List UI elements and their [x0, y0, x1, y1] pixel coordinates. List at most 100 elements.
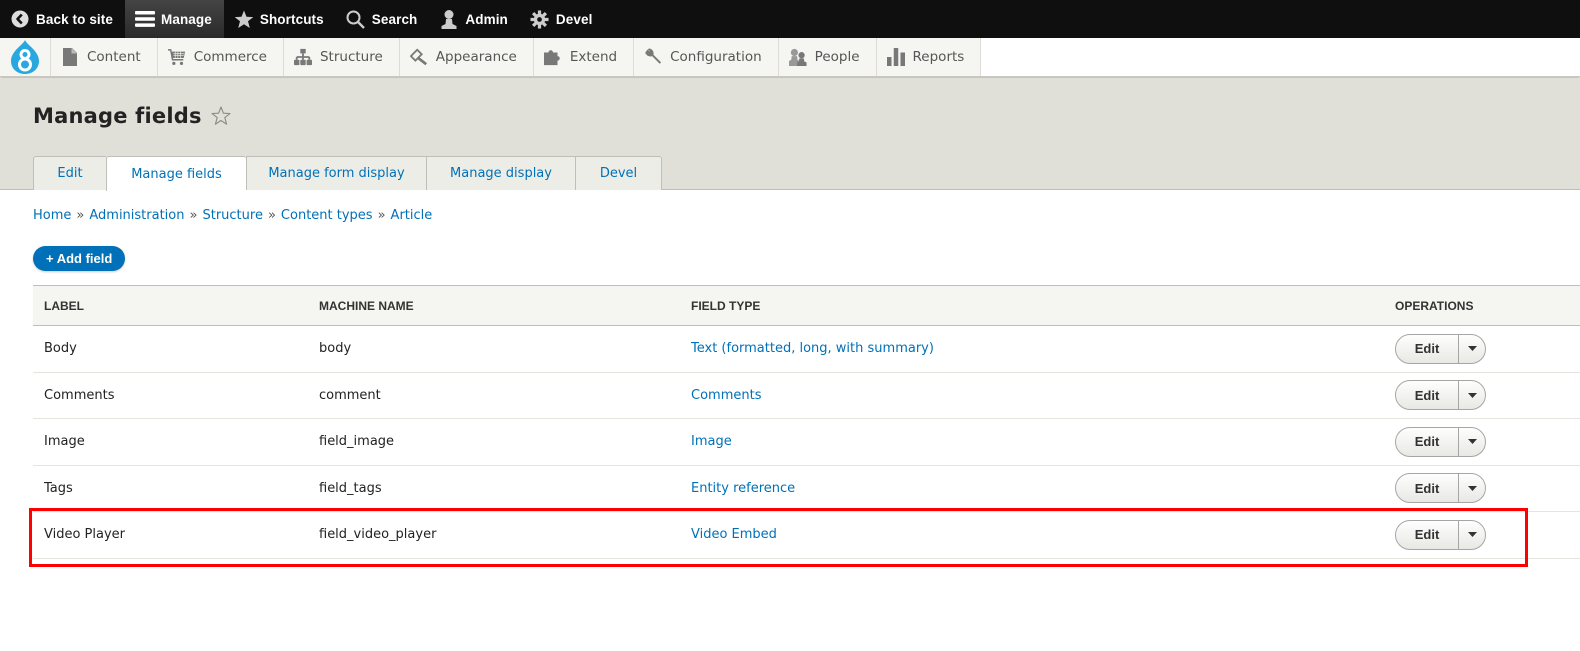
wrench-icon	[644, 48, 662, 66]
puzzle-icon	[543, 48, 562, 66]
hamburger-menu-icon	[134, 9, 155, 29]
breadcrumb-article[interactable]: Article	[391, 208, 433, 223]
column-header-label: Label	[44, 298, 84, 313]
tray-item-label: Content	[87, 49, 141, 65]
toolbar-label: Manage	[160, 11, 212, 27]
edit-button[interactable]: Edit	[1396, 474, 1459, 503]
tab-devel[interactable]: Devel	[575, 156, 662, 190]
tray-item-label: Commerce	[193, 49, 267, 65]
field-machine-name: body	[308, 325, 680, 373]
tray-item-label: Structure	[319, 49, 383, 65]
toolbar-manage[interactable]: Manage	[124, 0, 224, 38]
tray-item-appearance[interactable]: Appearance	[400, 38, 534, 76]
tray-item-reports[interactable]: Reports	[877, 38, 982, 76]
operations-toggle[interactable]	[1459, 381, 1485, 409]
field-label: Video Player	[33, 511, 308, 559]
edit-button[interactable]: Edit	[1396, 427, 1459, 456]
user-icon	[439, 9, 459, 29]
breadcrumb-content-types[interactable]: Content types	[281, 208, 373, 223]
table-row: Body body Text (formatted, long, with su…	[33, 325, 1580, 373]
field-machine-name: field_tags	[308, 465, 680, 512]
shopping-cart-icon	[167, 48, 186, 66]
admin-tray: Content Commerce Structure Appearance Ex…	[0, 38, 1580, 77]
page-title: Manage fields	[33, 104, 231, 128]
tray-item-extend[interactable]: Extend	[534, 38, 635, 76]
tray-item-label: People	[814, 49, 860, 65]
people-icon	[788, 48, 807, 66]
admin-toolbar: Back to site Manage Shortcuts Search Adm…	[0, 0, 1580, 38]
tray-item-label: Extend	[569, 49, 618, 65]
tab-edit[interactable]: Edit	[33, 156, 106, 190]
star-icon	[234, 9, 254, 29]
tab-manage-display[interactable]: Manage display	[426, 156, 575, 190]
toolbar-back-to-site[interactable]: Back to site	[0, 0, 125, 38]
operations-toggle[interactable]	[1459, 521, 1485, 549]
sitemap-icon	[293, 48, 312, 66]
paintbrush-icon	[409, 48, 428, 66]
edit-button[interactable]: Edit	[1396, 334, 1459, 363]
table-row: Tags field_tags Entity reference Edit	[33, 465, 1580, 512]
tray-item-people[interactable]: People	[779, 38, 877, 76]
toolbar-label: Admin	[465, 11, 508, 27]
toolbar-shortcuts[interactable]: Shortcuts	[224, 0, 336, 38]
column-header-operations: Operations	[1395, 298, 1474, 313]
toolbar-label: Devel	[555, 11, 593, 27]
breadcrumb-separator: »	[189, 208, 198, 223]
toolbar-devel[interactable]: Devel	[520, 0, 605, 38]
caret-down-icon	[1467, 346, 1477, 352]
breadcrumb-structure[interactable]: Structure	[202, 208, 262, 223]
field-type-link[interactable]: Comments	[691, 388, 761, 403]
field-type-link[interactable]: Image	[691, 434, 732, 449]
tray-item-configuration[interactable]: Configuration	[634, 38, 779, 76]
field-machine-name: field_image	[308, 418, 680, 466]
chevron-left-circle-icon	[10, 9, 30, 29]
add-shortcut-star-icon[interactable]	[211, 106, 231, 126]
table-row-highlighted: Video Player field_video_player Video Em…	[33, 511, 1580, 559]
field-label: Comments	[33, 372, 308, 419]
edit-button[interactable]: Edit	[1396, 520, 1459, 549]
file-icon	[61, 48, 79, 66]
tray-item-commerce[interactable]: Commerce	[158, 38, 284, 76]
breadcrumb-home[interactable]: Home	[33, 208, 71, 223]
field-type-link[interactable]: Entity reference	[691, 481, 795, 496]
tray-item-label: Configuration	[670, 49, 762, 65]
operations-dropbutton: Edit	[1395, 519, 1486, 550]
operations-toggle[interactable]	[1459, 428, 1485, 456]
page-header: Manage fields Edit Manage fields Manage …	[0, 78, 1580, 191]
breadcrumb-administration[interactable]: Administration	[89, 208, 184, 223]
search-icon	[346, 9, 366, 29]
table-row: Image field_image Image Edit	[33, 418, 1580, 466]
page-title-text: Manage fields	[33, 104, 202, 128]
column-header-field-type: Field type	[691, 298, 761, 313]
operations-dropbutton: Edit	[1395, 426, 1486, 457]
field-machine-name: field_video_player	[308, 511, 680, 559]
operations-toggle[interactable]	[1459, 474, 1485, 502]
caret-down-icon	[1467, 392, 1477, 398]
toolbar-label: Back to site	[36, 11, 113, 27]
tab-manage-fields[interactable]: Manage fields	[106, 156, 246, 191]
add-field-button[interactable]: + Add field	[33, 246, 126, 271]
tab-manage-form-display[interactable]: Manage form display	[246, 156, 426, 190]
tray-item-structure[interactable]: Structure	[284, 38, 400, 76]
operations-toggle[interactable]	[1459, 335, 1485, 363]
edit-button[interactable]: Edit	[1396, 381, 1459, 410]
breadcrumb-separator: »	[377, 208, 386, 223]
drupal-8-logo-icon	[11, 40, 39, 74]
toolbar-admin[interactable]: Admin	[429, 0, 520, 38]
toolbar-search[interactable]: Search	[336, 0, 430, 38]
field-type-link[interactable]: Text (formatted, long, with summary)	[691, 341, 934, 356]
operations-dropbutton: Edit	[1395, 333, 1486, 364]
field-type-link[interactable]: Video Embed	[691, 527, 777, 542]
breadcrumb-separator: »	[76, 208, 85, 223]
tray-item-label: Reports	[912, 49, 965, 65]
field-machine-name: comment	[308, 372, 680, 419]
tray-item-content[interactable]: Content	[51, 38, 158, 76]
drupal-logo[interactable]	[0, 38, 51, 76]
operations-dropbutton: Edit	[1395, 473, 1486, 504]
bar-chart-icon	[886, 48, 905, 66]
table-row: Comments comment Comments Edit	[33, 372, 1580, 419]
caret-down-icon	[1467, 485, 1477, 491]
primary-tabs: Edit Manage fields Manage form display M…	[33, 156, 662, 191]
caret-down-icon	[1467, 439, 1477, 445]
field-label: Image	[33, 418, 308, 466]
